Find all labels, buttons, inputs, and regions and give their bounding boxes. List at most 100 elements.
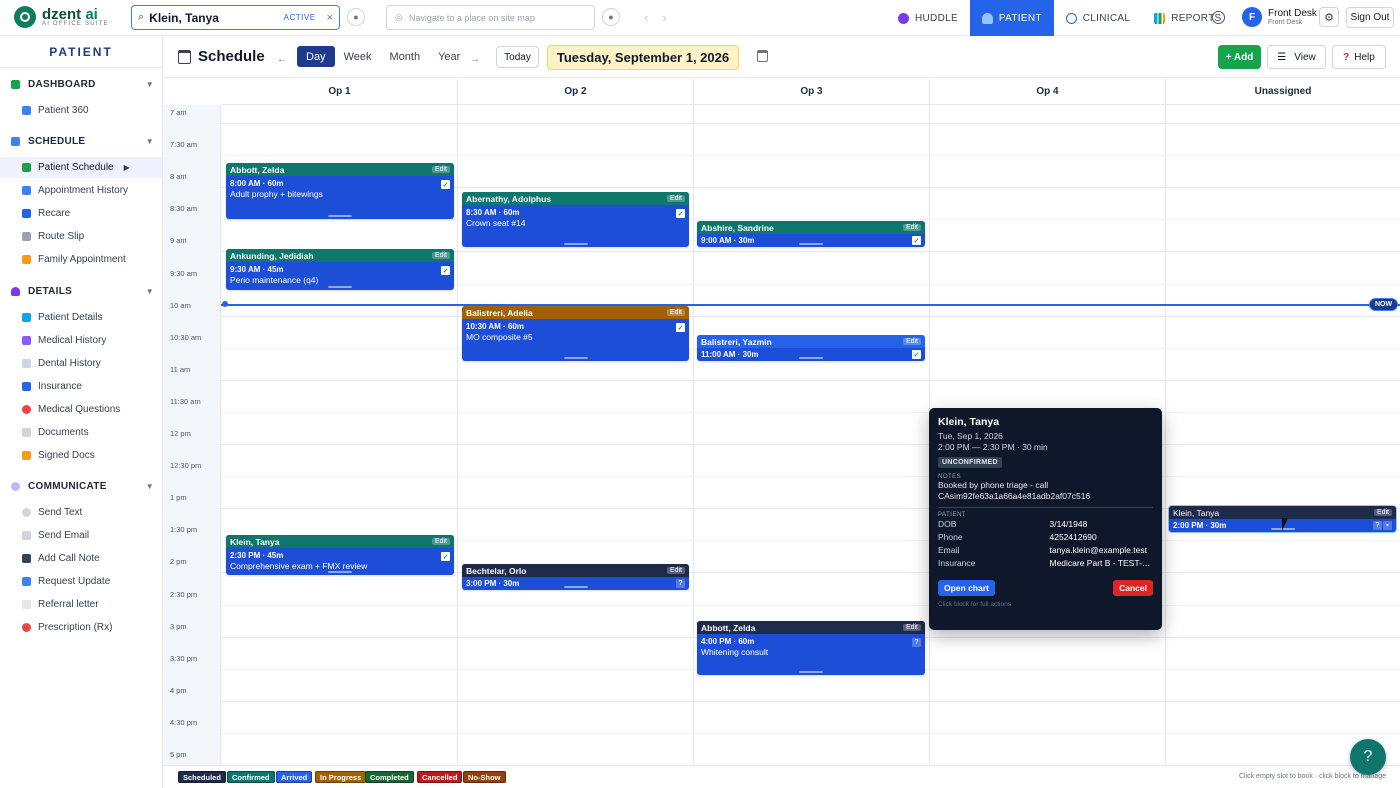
sidebar-item-referral-letter[interactable]: Referral letter (0, 594, 162, 615)
sidebar-item-medical-history[interactable]: Medical History (0, 330, 162, 351)
patient-search-value[interactable]: Klein, Tanya (149, 11, 278, 25)
sidebar-section-communicate[interactable]: COMMUNICATE ▼ (0, 476, 163, 496)
sidebar-item-add-call-note[interactable]: Add Call Note (0, 548, 162, 569)
appointment-block[interactable]: Abbott, Zelda Edit 8:00 AM · 60m Adult pr… (226, 163, 454, 219)
view-options-button[interactable]: ☰ View (1267, 45, 1326, 69)
sidebar-item-send-email[interactable]: Send Email (0, 525, 162, 546)
view-year-tab[interactable]: Year (429, 46, 469, 67)
resize-handle[interactable] (563, 243, 588, 245)
hour-grid-line (221, 315, 1400, 317)
add-appointment-button[interactable]: + Add (1218, 45, 1261, 69)
resize-handle[interactable] (328, 286, 352, 288)
view-week-tab[interactable]: Week (335, 46, 381, 67)
chevron-down-icon[interactable]: ▼ (146, 80, 154, 89)
edit-appointment-button[interactable]: Edit (666, 567, 685, 574)
appointment-block[interactable]: Balistreri, Adelia Edit 10:30 AM · 60m MO… (462, 306, 689, 361)
history-back-icon[interactable]: ‹ (644, 10, 648, 25)
nav-clinical[interactable]: CLINICAL (1054, 0, 1142, 36)
resize-handle[interactable] (799, 671, 823, 673)
view-month-tab[interactable]: Month (380, 46, 429, 67)
sidebar-item-patient-details[interactable]: Patient Details (0, 307, 162, 328)
appointment-block[interactable]: Abshire, Sandrine Edit 9:00 AM · 30m ✓ (697, 221, 925, 247)
resize-handle[interactable] (563, 586, 588, 588)
sidebar-item-patient-schedule[interactable]: Patient Schedule ▶ (0, 157, 162, 178)
sidebar-item-documents[interactable]: Documents (0, 422, 162, 443)
nav-huddle[interactable]: HUDDLE (886, 0, 970, 36)
chevron-down-icon[interactable]: ▼ (146, 287, 154, 296)
sidebar-section-details[interactable]: DETAILS ▼ (0, 281, 163, 301)
chevron-down-icon[interactable]: ▼ (146, 482, 154, 491)
microphone-icon[interactable]: ● (347, 8, 365, 26)
appointment-block[interactable]: Abbott, Zelda Edit 4:00 PM · 60m Whitenin… (697, 621, 925, 675)
app-logo[interactable]: dzent ai AI OFFICE SUITE (14, 6, 109, 28)
resize-handle[interactable] (563, 357, 588, 359)
current-date[interactable]: Tuesday, September 1, 2026 (547, 45, 739, 70)
edit-appointment-button[interactable]: Edit (902, 338, 921, 345)
legend-arrived: Arrived (276, 771, 313, 783)
brand-subtitle: AI OFFICE SUITE (42, 20, 109, 27)
sidebar-item-recare[interactable]: Recare (0, 203, 162, 224)
patient-search-box[interactable]: ⌕ Klein, Tanya ACTIVE × (131, 5, 340, 30)
appointment-block[interactable]: Ankunding, Jedidiah Edit 9:30 AM · 45m Pe… (226, 249, 454, 290)
sidebar-item-family-appointment[interactable]: Family Appointment (0, 249, 162, 270)
sidebar-item-appointment-history[interactable]: Appointment History (0, 180, 162, 201)
appointment-block[interactable]: Balistreri, Yazmin Edit 11:00 AM · 30m ✓ (697, 335, 925, 361)
compass-icon[interactable] (1212, 11, 1225, 24)
chevron-down-icon[interactable]: ▼ (146, 137, 154, 146)
edit-appointment-button[interactable]: Edit (666, 195, 685, 202)
edit-appointment-button[interactable]: Edit (1373, 509, 1392, 516)
edit-appointment-button[interactable]: Edit (902, 224, 921, 231)
sidebar-item-prescription[interactable]: Prescription (Rx) (0, 617, 162, 638)
appointment-block[interactable]: Klein, Tanya Edit 2:30 PM · 45m Comprehen… (226, 535, 454, 575)
nav-patient[interactable]: PATIENT (969, 0, 1054, 36)
appointment-history-icon (22, 186, 31, 195)
sitemap-microphone-icon[interactable]: ● (602, 8, 620, 26)
cancel-appointment-button[interactable]: Cancel (1113, 580, 1153, 596)
sidebar-item-request-update[interactable]: Request Update (0, 571, 162, 592)
resize-handle[interactable] (799, 243, 823, 245)
today-button[interactable]: Today (496, 46, 539, 68)
help-button[interactable]: ? Help (1332, 45, 1386, 69)
resize-handle[interactable] (328, 215, 352, 217)
edit-appointment-button[interactable]: Edit (431, 166, 450, 173)
help-fab-button[interactable]: ? (1350, 739, 1386, 775)
resize-handle[interactable] (799, 357, 823, 359)
edit-appointment-button[interactable]: Edit (902, 624, 921, 631)
gear-icon[interactable]: ⚙ (1319, 7, 1339, 27)
sign-out-button[interactable]: Sign Out (1346, 7, 1394, 28)
clear-search-icon[interactable]: × (327, 12, 333, 24)
sidebar-section-schedule[interactable]: SCHEDULE ▼ (0, 131, 163, 151)
time-label: 8:30 am (170, 204, 198, 214)
history-forward-icon[interactable]: › (662, 10, 666, 25)
edit-appointment-button[interactable]: Edit (666, 309, 685, 316)
next-day-button[interactable]: → (470, 54, 480, 65)
edit-appointment-button[interactable]: Edit (431, 252, 450, 259)
sidebar-item-send-text[interactable]: Send Text (0, 502, 162, 523)
sitemap-search-input[interactable]: ◎ Navigate to a place on site map (386, 5, 595, 30)
confirmed-check-icon: ✓ (676, 323, 685, 332)
huddle-icon (898, 12, 909, 24)
appointment-block[interactable]: Abernathy, Adolphus Edit 8:30 AM · 60m Cr… (462, 192, 689, 247)
section-label: SCHEDULE (28, 135, 86, 147)
sidebar-item-dental-history[interactable]: Dental History (0, 353, 162, 374)
sidebar-item-patient-360[interactable]: Patient 360 (0, 100, 162, 121)
sidebar-item-label: Appointment History (38, 185, 129, 196)
search-icon: ⌕ (138, 11, 145, 23)
edit-appointment-button[interactable]: Edit (431, 538, 450, 545)
sidebar-section-dashboard[interactable]: DASHBOARD ▼ (0, 74, 163, 94)
previous-day-button[interactable]: ← (277, 54, 287, 65)
date-picker-icon[interactable] (757, 50, 768, 62)
view-day-tab[interactable]: Day (297, 46, 335, 67)
user-menu[interactable]: F Front Desk Front Desk (1242, 7, 1317, 27)
sidebar-item-insurance[interactable]: Insurance (0, 376, 162, 397)
resize-handle[interactable] (328, 571, 352, 573)
open-chart-button[interactable]: Open chart (938, 580, 995, 596)
help-icon: ? (1343, 51, 1350, 63)
sidebar-item-signed-docs[interactable]: Signed Docs (0, 445, 162, 466)
sidebar-item-label: Prescription (Rx) (38, 622, 113, 633)
appointment-block[interactable]: Bechtelar, Orlo Edit 3:00 PM · 30m ? (462, 564, 689, 590)
sidebar-item-route-slip[interactable]: Route Slip (0, 226, 162, 247)
sidebar-item-medical-questions[interactable]: Medical Questions (0, 399, 162, 420)
appointment-patient-name: Ankunding, Jedidiah (230, 250, 314, 261)
sidebar-item-label: Dental History (38, 358, 101, 369)
